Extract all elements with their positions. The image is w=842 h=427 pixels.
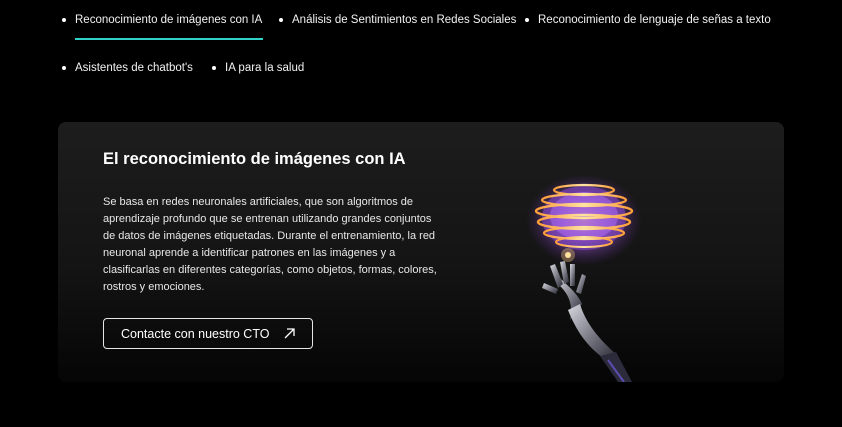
- tab-label: Reconocimiento de lenguaje de señas a te…: [538, 14, 771, 26]
- contact-cto-button[interactable]: Contacte con nuestro CTO: [103, 318, 313, 349]
- card-title: El reconocimiento de imágenes con IA: [103, 150, 406, 168]
- bullet-icon: [62, 18, 66, 22]
- tab-chatbot-assistants[interactable]: Asistentes de chatbot's: [62, 62, 193, 74]
- contact-cto-label: Contacte con nuestro CTO: [121, 326, 270, 341]
- card-description: Se basa en redes neuronales artificiales…: [103, 196, 437, 293]
- tab-image-recognition[interactable]: Reconocimiento de imágenes con IA: [62, 14, 264, 40]
- tab-ai-health[interactable]: IA para la salud: [212, 62, 304, 74]
- bullet-icon: [62, 66, 66, 70]
- robot-hand-brain-illustration: [520, 170, 650, 382]
- bullet-icon: [212, 66, 216, 70]
- page: Reconocimiento de imágenes con IA Anális…: [0, 0, 842, 427]
- arrow-up-right-icon: [283, 327, 296, 340]
- content-card: El reconocimiento de imágenes con IA Se …: [58, 122, 784, 382]
- tab-sign-language[interactable]: Reconocimiento de lenguaje de señas a te…: [525, 14, 771, 26]
- bullet-icon: [279, 18, 283, 22]
- bullet-icon: [525, 18, 529, 22]
- tab-sentiment-analysis[interactable]: Análisis de Sentimientos en Redes Social…: [279, 14, 516, 26]
- topic-tabs: Reconocimiento de imágenes con IA Anális…: [0, 0, 842, 100]
- tab-label: Reconocimiento de imágenes con IA: [75, 14, 263, 26]
- tab-label: Asistentes de chatbot's: [75, 62, 193, 74]
- tab-label: IA para la salud: [225, 62, 305, 74]
- tab-label: Análisis de Sentimientos en Redes Social…: [292, 14, 517, 26]
